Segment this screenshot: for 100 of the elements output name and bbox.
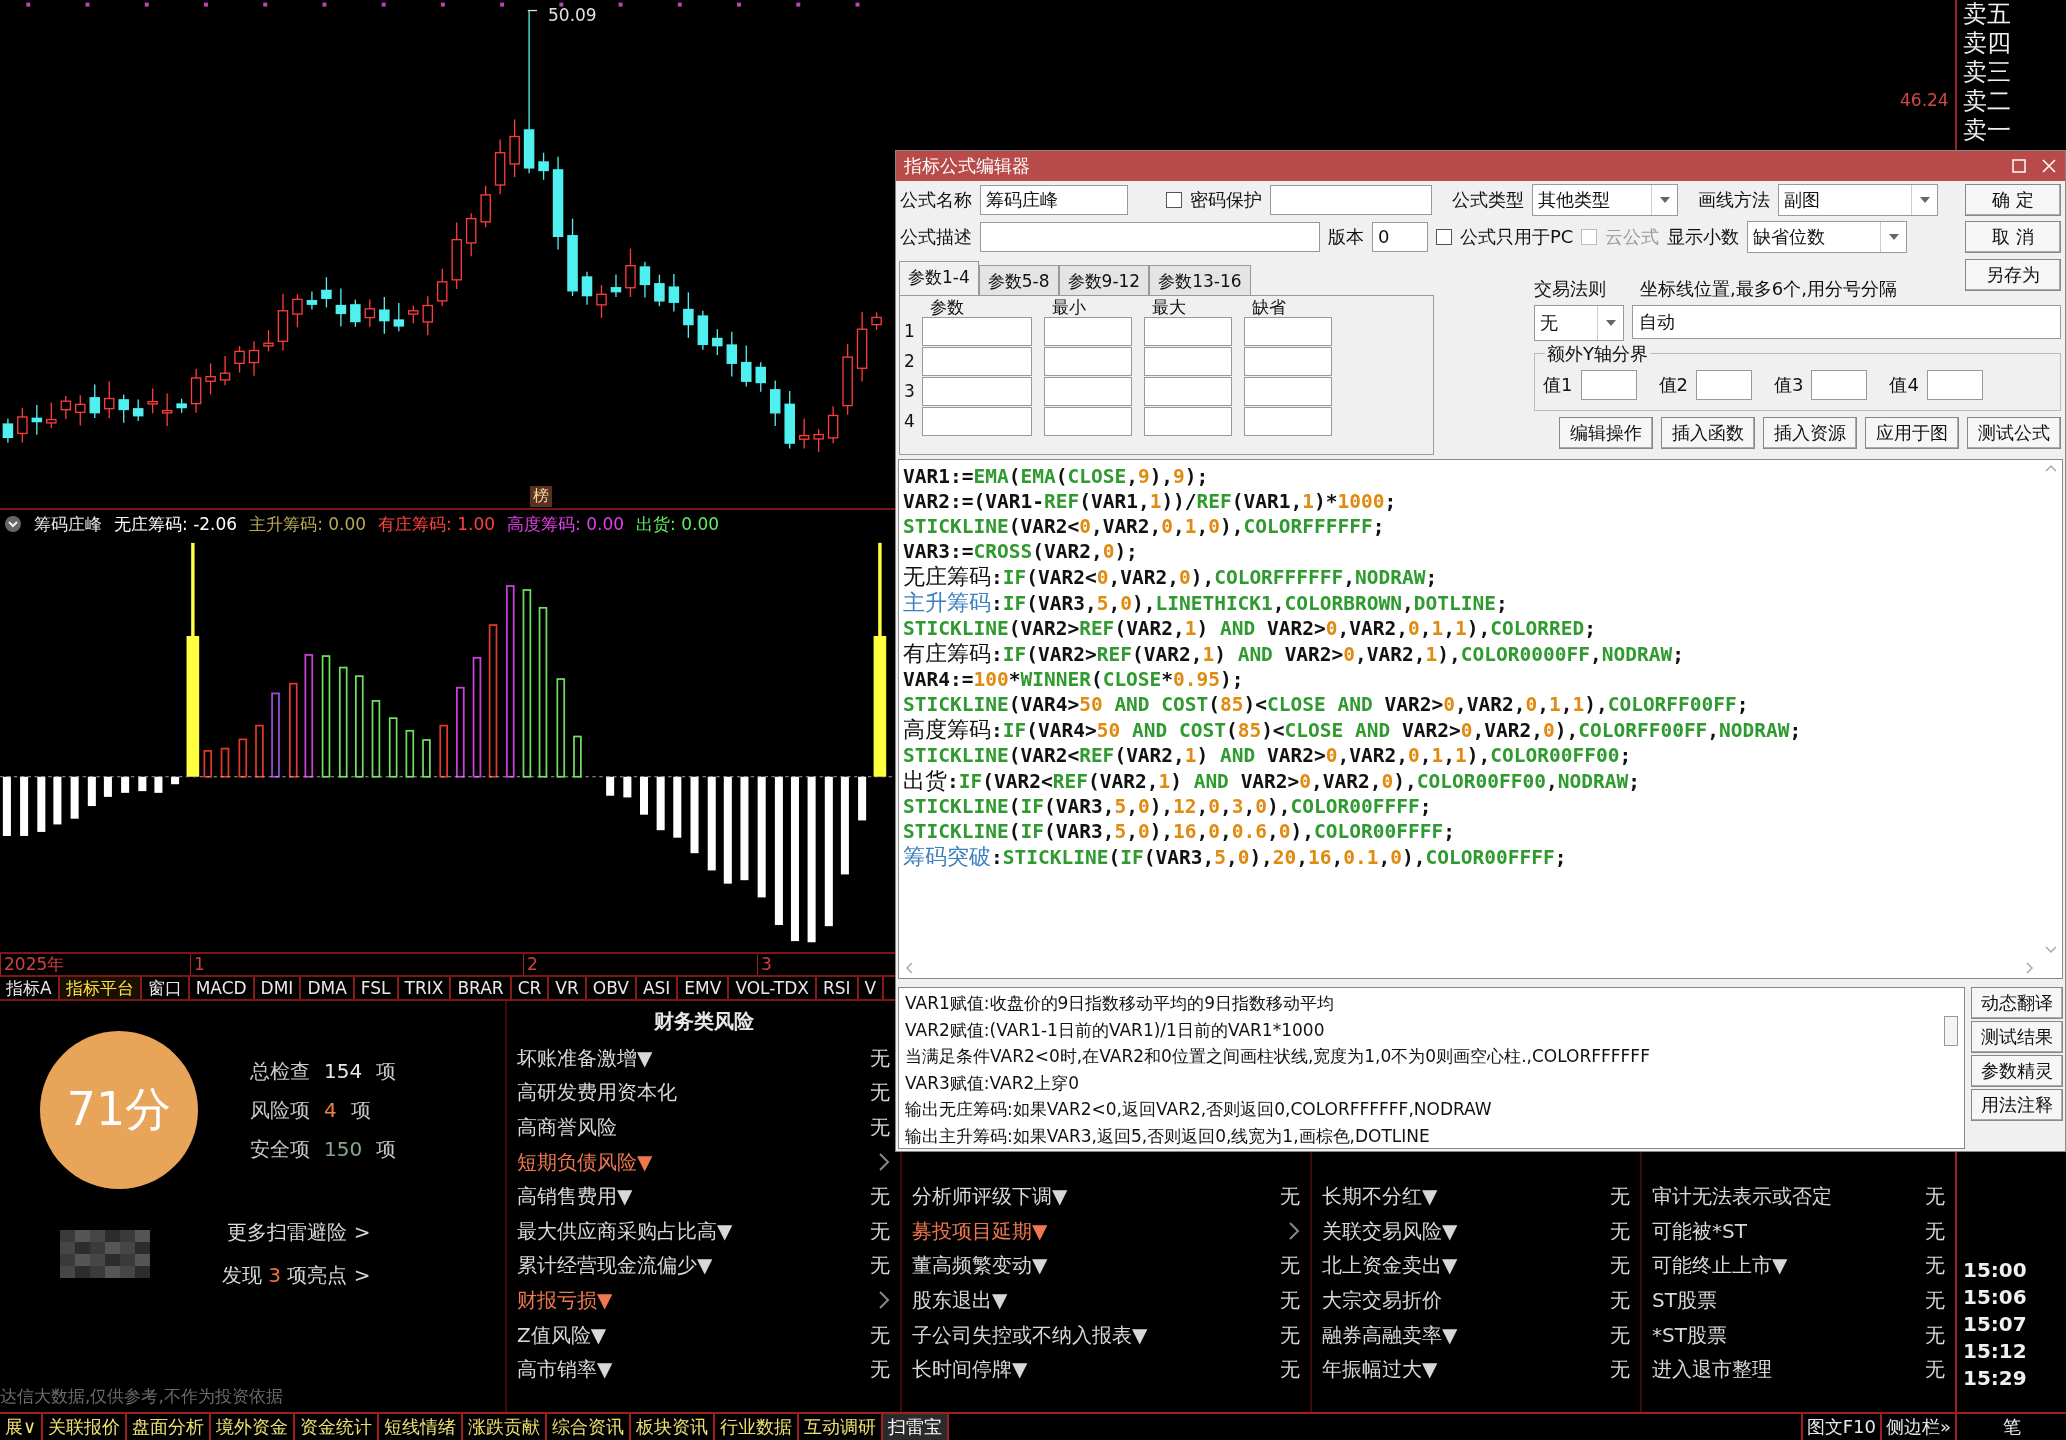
risk-item[interactable]: 募投项目延期▼ bbox=[912, 1217, 1048, 1245]
param-field[interactable] bbox=[1244, 376, 1332, 406]
side-link[interactable]: 侧边栏» bbox=[1880, 1414, 1955, 1440]
scroll-up-icon[interactable] bbox=[2045, 464, 2057, 472]
ok-button[interactable]: 确 定 bbox=[1965, 183, 2061, 216]
collapse-icon[interactable] bbox=[4, 515, 22, 533]
risk-item[interactable]: 高商誉风险 bbox=[517, 1114, 617, 1141]
risk-item[interactable]: 北上资金卖出▼ bbox=[1322, 1252, 1458, 1280]
type-dropdown[interactable]: 其他类型 bbox=[1532, 183, 1678, 216]
bottom-tab[interactable]: 展∨ bbox=[0, 1414, 44, 1440]
value-field[interactable] bbox=[1926, 370, 1983, 400]
indicator-tab[interactable]: CR bbox=[511, 977, 550, 999]
bottom-tab[interactable]: 短线情绪 bbox=[379, 1414, 464, 1440]
risk-item[interactable]: 关联交易风险▼ bbox=[1322, 1217, 1458, 1245]
indicator-tab[interactable]: FSL bbox=[354, 977, 399, 999]
risk-item[interactable]: 年振幅过大▼ bbox=[1322, 1356, 1438, 1384]
param-field[interactable] bbox=[1144, 316, 1232, 346]
value-field[interactable] bbox=[1811, 370, 1868, 400]
action-button[interactable]: 插入资源 bbox=[1763, 417, 1857, 449]
checkbox[interactable] bbox=[1166, 191, 1182, 208]
param-field[interactable] bbox=[1244, 346, 1332, 376]
param-field[interactable] bbox=[1144, 346, 1232, 376]
risk-item[interactable]: 分析师评级下调▼ bbox=[912, 1183, 1068, 1211]
risk-item[interactable]: ST股票 bbox=[1652, 1286, 1717, 1314]
side-link[interactable]: 图文F10 bbox=[1800, 1414, 1880, 1440]
value-field[interactable] bbox=[1580, 370, 1637, 400]
name-field[interactable]: 筹码庄峰 bbox=[980, 184, 1128, 215]
param-field[interactable] bbox=[1244, 406, 1332, 436]
param-field[interactable] bbox=[1044, 316, 1132, 346]
version-field[interactable]: 0 bbox=[1372, 221, 1428, 252]
risk-item[interactable]: 长时间停牌▼ bbox=[912, 1356, 1028, 1384]
param-tab[interactable]: 参数1-4 bbox=[899, 261, 979, 295]
risk-item[interactable]: 高研发费用资本化 bbox=[517, 1079, 677, 1107]
bottom-tab[interactable]: 资金统计 bbox=[295, 1414, 380, 1440]
highlights-link[interactable]: 发现 3 项亮点 > bbox=[222, 1262, 371, 1289]
indicator-tab[interactable]: EMV bbox=[678, 977, 730, 999]
param-field[interactable] bbox=[922, 316, 1032, 346]
value-field[interactable] bbox=[1696, 370, 1752, 400]
bottom-tab[interactable]: 行业数据 bbox=[715, 1414, 800, 1440]
more-link[interactable]: 更多扫雷避险 > bbox=[227, 1219, 371, 1246]
risk-item[interactable]: 财报亏损▼ bbox=[517, 1286, 613, 1314]
maximize-icon[interactable] bbox=[2011, 158, 2027, 174]
param-field[interactable] bbox=[1244, 316, 1332, 346]
scroll-right-icon[interactable] bbox=[2026, 962, 2034, 974]
indicator-tab[interactable]: V bbox=[858, 977, 885, 999]
risk-item[interactable]: 董高频繁变动▼ bbox=[912, 1252, 1048, 1280]
bottom-tab[interactable]: 扫雷宝 bbox=[883, 1414, 950, 1440]
indicator-tab[interactable]: BRAR bbox=[451, 977, 512, 999]
action-button[interactable]: 插入函数 bbox=[1661, 417, 1755, 449]
bottom-tab[interactable]: 境外资金 bbox=[211, 1414, 296, 1440]
param-tab[interactable]: 参数5-8 bbox=[978, 265, 1059, 295]
param-tab[interactable]: 参数9-12 bbox=[1058, 265, 1150, 295]
draw-dropdown[interactable]: 副图 bbox=[1778, 183, 1938, 216]
param-field[interactable] bbox=[922, 406, 1032, 436]
checkbox[interactable] bbox=[1436, 228, 1452, 245]
close-icon[interactable] bbox=[2041, 158, 2057, 174]
code-editor[interactable] bbox=[898, 459, 2063, 979]
risk-item[interactable]: *ST股票 bbox=[1652, 1321, 1727, 1349]
indicator-tab[interactable]: TRIX bbox=[398, 977, 452, 999]
param-field[interactable] bbox=[1144, 376, 1232, 406]
side-button[interactable]: 测试结果 bbox=[1971, 1021, 2063, 1053]
bottom-tab[interactable]: 涨跌贡献 bbox=[463, 1414, 548, 1440]
indicator-tab[interactable]: VR bbox=[549, 977, 587, 999]
param-field[interactable] bbox=[1144, 406, 1232, 436]
axis-field[interactable]: 自动 bbox=[1632, 305, 2061, 339]
description-field[interactable] bbox=[980, 221, 1320, 252]
cancel-button[interactable]: 取 消 bbox=[1965, 220, 2061, 253]
indicator-tab[interactable]: DMA bbox=[301, 977, 355, 999]
risk-item[interactable]: 可能被*ST bbox=[1652, 1217, 1747, 1245]
risk-item[interactable]: 可能终止上市▼ bbox=[1652, 1252, 1788, 1280]
bottom-tab[interactable]: 盘面分析 bbox=[127, 1414, 212, 1440]
bottom-tab[interactable]: 综合资讯 bbox=[547, 1414, 632, 1440]
bottom-tab[interactable]: 板块资讯 bbox=[631, 1414, 716, 1440]
indicator-tab[interactable]: VOL-TDX bbox=[729, 977, 817, 999]
risk-item[interactable]: 子公司失控或不纳入报表▼ bbox=[912, 1321, 1148, 1349]
action-button[interactable]: 测试公式 bbox=[1967, 417, 2061, 449]
indicator-tab[interactable]: ASI bbox=[636, 977, 679, 999]
indicator-tab[interactable]: 窗口 bbox=[141, 977, 190, 999]
pen-label[interactable]: 笔 bbox=[2002, 1415, 2021, 1439]
indicator-tab[interactable]: 指标平台 bbox=[59, 977, 142, 999]
scroll-left-icon[interactable] bbox=[905, 962, 913, 974]
param-field[interactable] bbox=[1044, 376, 1132, 406]
risk-item[interactable]: 高市销率▼ bbox=[517, 1356, 613, 1384]
param-field[interactable] bbox=[1044, 346, 1132, 376]
risk-item[interactable]: 股东退出▼ bbox=[912, 1286, 1008, 1314]
side-button[interactable]: 动态翻译 bbox=[1971, 987, 2063, 1019]
risk-item[interactable]: 高销售费用▼ bbox=[517, 1183, 633, 1211]
param-field[interactable] bbox=[1044, 406, 1132, 436]
save-as-button[interactable]: 另存为 bbox=[1965, 259, 2061, 291]
scroll-thumb[interactable] bbox=[1944, 1016, 1958, 1046]
rule-dropdown[interactable]: 无 bbox=[1534, 305, 1625, 341]
indicator-tab[interactable]: OBV bbox=[586, 977, 637, 999]
risk-item[interactable]: 长期不分红▼ bbox=[1322, 1183, 1438, 1211]
password-field[interactable] bbox=[1270, 184, 1432, 215]
side-button[interactable]: 用法注释 bbox=[1971, 1089, 2063, 1121]
indicator-tab[interactable]: MACD bbox=[189, 977, 255, 999]
side-button[interactable]: 参数精灵 bbox=[1971, 1055, 2063, 1087]
risk-item[interactable]: 最大供应商采购占比高▼ bbox=[517, 1217, 733, 1245]
indicator-tab[interactable]: RSI bbox=[817, 977, 859, 999]
action-button[interactable]: 应用于图 bbox=[1865, 417, 1959, 449]
